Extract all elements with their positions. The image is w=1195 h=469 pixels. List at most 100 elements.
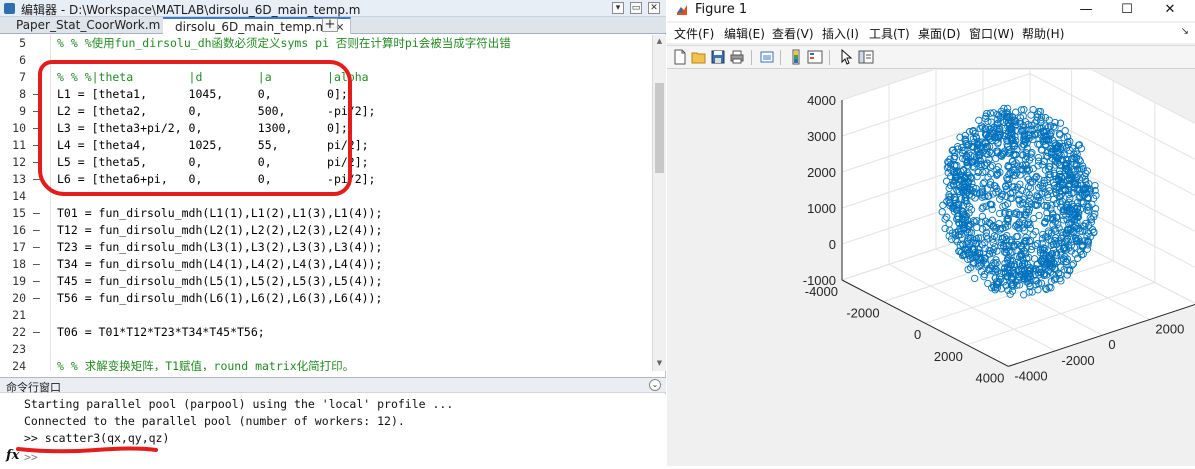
code-line[interactable]: 15 — T01 = fun_dirsolu_mdh(L1(1),L1(2),L1(…	[0, 205, 652, 222]
code-line[interactable]: 9 — L2 = [theta2, 0, 500, -pi/2];	[0, 103, 652, 120]
line-number: 16	[12, 223, 26, 237]
line-number: 8	[19, 87, 26, 101]
code-line[interactable]: 5 % % %使用fun_dirsolu_dh函数必须定义syms pi 否则在计…	[0, 35, 652, 52]
tick-label: 2000	[934, 349, 963, 364]
code-line[interactable]: 17 — T23 = fun_dirsolu_mdh(L3(1),L3(2),L3(…	[0, 239, 652, 256]
breakpoint-marker[interactable]: —	[33, 154, 43, 171]
command-window-options-icon[interactable]: ⌄	[649, 379, 661, 391]
code-area[interactable]: 5 % % %使用fun_dirsolu_dh函数必须定义syms pi 否则在计…	[0, 35, 652, 371]
menu-desktop[interactable]: 桌面(D)	[918, 25, 961, 42]
tick-label: -2000	[1061, 353, 1094, 368]
minimize-button[interactable]: —	[1067, 0, 1105, 21]
breakpoint-marker[interactable]: —	[33, 120, 43, 137]
code-vertical-scrollbar[interactable]: ▲ ▼	[652, 35, 666, 371]
figure-window: Figure 1 — ☐ ✕ 文件(F) 编辑(E) 查看(V) 插入(I) 工…	[667, 0, 1195, 466]
code-line[interactable]: 21	[0, 307, 652, 324]
function-browser-icon[interactable]: fx	[6, 448, 19, 463]
breakpoint-marker[interactable]: —	[33, 171, 43, 188]
new-tab-button[interactable]: +	[322, 18, 338, 32]
menu-edit[interactable]: 编辑(E)	[724, 25, 765, 42]
breakpoint-marker[interactable]: —	[33, 222, 43, 239]
legend-icon[interactable]	[807, 49, 823, 65]
code-text: L4 = [theta4, 1025, 55, pi/2];	[57, 138, 369, 152]
breakpoint-marker[interactable]: —	[33, 137, 43, 154]
breakpoint-marker[interactable]: —	[33, 205, 43, 222]
menu-file[interactable]: 文件(F)	[674, 25, 714, 42]
line-number: 17	[12, 240, 26, 254]
breakpoint-marker[interactable]: —	[33, 86, 43, 103]
tick-label: 1000	[807, 201, 836, 216]
matlab-editor-window: 编辑器 - D:\Workspace\MATLAB\dirsolu_6D_mai…	[0, 0, 666, 466]
command-prompt[interactable]: >>	[24, 450, 38, 464]
code-text: T34 = fun_dirsolu_mdh(L4(1),L4(2),L4(3),…	[57, 257, 383, 271]
code-text: T23 = fun_dirsolu_mdh(L3(1),L3(2),L3(3),…	[57, 240, 383, 254]
line-number: 13	[12, 172, 26, 186]
code-line[interactable]: 12 — L5 = [theta5, 0, 0, pi/2];	[0, 154, 652, 171]
code-line[interactable]: 11 — L4 = [theta4, 1025, 55, pi/2];	[0, 137, 652, 154]
code-line[interactable]: 7 % % %|theta |d |a |alpha	[0, 69, 652, 86]
tab-paper-stat-coorwork[interactable]: Paper_Stat_CoorWork.m✕	[4, 17, 185, 34]
editor-undock-button[interactable]: ▭	[630, 2, 642, 14]
command-window[interactable]: Starting parallel pool (parpool) using t…	[0, 394, 666, 466]
tab-label: Paper_Stat_CoorWork.m	[16, 18, 161, 32]
command-output-line: Connected to the parallel pool (number o…	[24, 414, 405, 428]
new-figure-icon[interactable]	[672, 49, 688, 65]
breakpoint-marker[interactable]: —	[33, 239, 43, 256]
tick-label: 4000	[975, 370, 1004, 385]
code-line[interactable]: 24 % % 求解变换矩阵，T1赋值，round_matrix化简打印。	[0, 358, 652, 371]
figure-canvas[interactable]: -1000 0 1000 2000 3000 4000 -4000 -2000 0 2000 400…	[667, 37, 1195, 466]
figure-menubar: 文件(F) 编辑(E) 查看(V) 插入(I) 工具(T) 桌面(D) 窗口(W…	[667, 23, 1195, 43]
scatter3-plot[interactable]: -100001000200030004000-4000-200002000400…	[667, 37, 1195, 466]
code-line[interactable]: 18 — T34 = fun_dirsolu_mdh(L4(1),L4(2),L4(…	[0, 256, 652, 273]
figure-titlebar: Figure 1 — ☐ ✕	[667, 0, 1195, 21]
matlab-logo-icon	[677, 5, 687, 15]
tick-label: 3000	[807, 129, 836, 144]
menu-help[interactable]: 帮助(H)	[1022, 25, 1064, 42]
code-line[interactable]: 19 — T45 = fun_dirsolu_mdh(L5(1),L5(2),L5(…	[0, 273, 652, 290]
code-text: L6 = [theta6+pi, 0, 0, -pi/2];	[57, 172, 376, 186]
menu-window[interactable]: 窗口(W)	[969, 25, 1014, 42]
editor-close-button[interactable]: ✕	[648, 2, 660, 14]
breakpoint-marker[interactable]: —	[33, 324, 43, 341]
scroll-down-arrow-icon[interactable]: ▼	[655, 359, 664, 368]
command-output-line: Starting parallel pool (parpool) using t…	[24, 397, 454, 411]
colorbar-icon[interactable]	[788, 49, 804, 65]
code-line[interactable]: 14	[0, 188, 652, 205]
close-button[interactable]: ✕	[1151, 0, 1189, 21]
menu-insert[interactable]: 插入(I)	[822, 25, 859, 42]
code-line[interactable]: 6	[0, 52, 652, 69]
scroll-up-arrow-icon[interactable]: ▲	[655, 37, 664, 46]
line-number: 15	[12, 206, 26, 220]
breakpoint-marker[interactable]: —	[33, 256, 43, 273]
line-number: 11	[12, 138, 26, 152]
code-line[interactable]: 20 — T56 = fun_dirsolu_mdh(L6(1),L6(2),L6(…	[0, 290, 652, 307]
editor-options-button[interactable]: ▾	[612, 2, 624, 14]
command-window-header: 命令行窗口 ⌄	[0, 377, 666, 394]
breakpoint-marker[interactable]: —	[33, 103, 43, 120]
breakpoint-marker[interactable]: —	[33, 273, 43, 290]
link-plot-icon[interactable]	[759, 49, 775, 65]
menu-tools[interactable]: 工具(T)	[869, 25, 910, 42]
tick-label: 0	[829, 237, 836, 252]
scrollbar-thumb[interactable]	[655, 83, 664, 173]
code-line[interactable]: 23	[0, 341, 652, 358]
code-line[interactable]: 8 — L1 = [theta1, 1045, 0, 0];	[0, 86, 652, 103]
code-line[interactable]: 10 — L3 = [theta3+pi/2, 0, 1300, 0];	[0, 120, 652, 137]
figure-title: Figure 1	[695, 2, 748, 17]
maximize-button[interactable]: ☐	[1108, 0, 1146, 21]
print-icon[interactable]	[729, 49, 745, 65]
code-line[interactable]: 13 — L6 = [theta6+pi, 0, 0, -pi/2];	[0, 171, 652, 188]
pointer-icon[interactable]	[838, 49, 854, 65]
code-text: L1 = [theta1, 1045, 0, 0];	[57, 87, 348, 101]
dock-figure-icon[interactable]: ↘	[1181, 26, 1189, 37]
code-line[interactable]: 22 — T06 = T01*T12*T23*T34*T45*T56;	[0, 324, 652, 341]
code-line[interactable]: 16 — T12 = fun_dirsolu_mdh(L2(1),L2(2),L2(…	[0, 222, 652, 239]
save-icon[interactable]	[710, 49, 726, 65]
property-inspector-icon[interactable]	[858, 49, 874, 65]
menu-view[interactable]: 查看(V)	[772, 25, 814, 42]
open-file-icon[interactable]	[691, 49, 707, 65]
command-window-label: 命令行窗口	[6, 381, 61, 394]
tick-label: -4000	[805, 284, 838, 299]
breakpoint-marker[interactable]: —	[33, 290, 43, 307]
tick-label: 4000	[807, 93, 836, 108]
